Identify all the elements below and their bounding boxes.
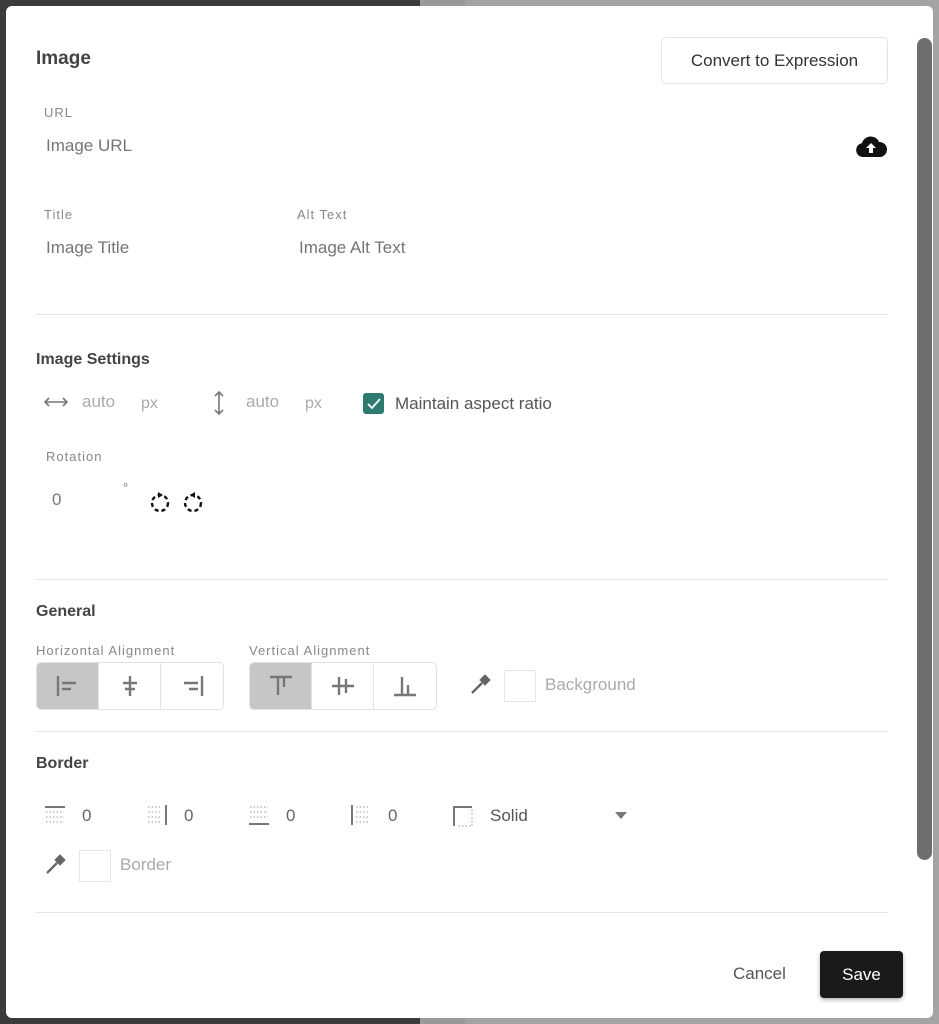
- align-top-button[interactable]: [250, 663, 312, 709]
- align-center-button[interactable]: [99, 663, 161, 709]
- background-label: Background: [545, 675, 636, 694]
- divider: [36, 912, 888, 913]
- border-left-input[interactable]: 0: [388, 806, 397, 826]
- align-left-icon: [56, 676, 76, 696]
- general-heading: General: [36, 603, 96, 620]
- align-right-button[interactable]: [161, 663, 223, 709]
- rotation-input[interactable]: 0: [52, 490, 61, 510]
- align-center-icon: [122, 676, 137, 696]
- border-style-icon: [453, 806, 473, 827]
- border-heading: Border: [36, 755, 89, 772]
- rotate-counterclockwise-icon[interactable]: [182, 490, 204, 514]
- height-arrows-icon: [214, 391, 224, 415]
- rotation-label: Rotation: [46, 449, 103, 464]
- vertical-alignment-label: Vertical Alignment: [249, 643, 371, 658]
- border-left-icon: [351, 805, 370, 825]
- image-settings-heading: Image Settings: [36, 351, 150, 368]
- background-color-swatch[interactable]: [504, 670, 536, 702]
- height-unit: px: [305, 395, 322, 412]
- border-right-input[interactable]: 0: [184, 806, 193, 826]
- align-right-icon: [184, 676, 204, 696]
- width-unit: px: [141, 395, 158, 412]
- cloud-upload-icon[interactable]: [855, 136, 887, 158]
- align-bottom-icon: [394, 677, 416, 697]
- width-input[interactable]: auto: [82, 392, 115, 412]
- degree-symbol: °: [123, 480, 129, 495]
- image-title-input[interactable]: [46, 238, 266, 258]
- divider: [36, 579, 888, 580]
- height-input[interactable]: auto: [246, 392, 279, 412]
- horizontal-alignment-group: [36, 662, 224, 710]
- image-dialog: Image Convert to Expression URL Title Al…: [6, 6, 933, 1018]
- scrollbar-thumb[interactable]: [917, 38, 932, 860]
- width-arrows-icon: [44, 397, 68, 407]
- checkmark-icon: [367, 398, 381, 410]
- cancel-button[interactable]: Cancel: [733, 964, 786, 984]
- eyedropper-icon[interactable]: [469, 674, 491, 696]
- align-bottom-button[interactable]: [374, 663, 436, 709]
- border-right-icon: [148, 805, 167, 825]
- align-middle-button[interactable]: [312, 663, 374, 709]
- align-top-icon: [269, 675, 292, 695]
- chevron-down-icon: [615, 812, 627, 819]
- title-label: Title: [44, 207, 74, 222]
- border-bottom-icon: [249, 806, 269, 825]
- rotate-clockwise-icon[interactable]: [149, 490, 171, 514]
- border-top-input[interactable]: 0: [82, 806, 91, 826]
- divider: [36, 731, 888, 732]
- vertical-alignment-group: [249, 662, 437, 710]
- horizontal-alignment-label: Horizontal Alignment: [36, 643, 176, 658]
- convert-to-expression-button[interactable]: Convert to Expression: [661, 37, 888, 84]
- border-color-label: Border: [120, 855, 172, 874]
- divider: [36, 314, 888, 315]
- save-button[interactable]: Save: [820, 951, 903, 998]
- align-left-button[interactable]: [37, 663, 99, 709]
- image-url-input[interactable]: [46, 136, 826, 156]
- border-top-icon: [45, 806, 65, 823]
- eyedropper-icon[interactable]: [44, 854, 66, 876]
- align-middle-icon: [331, 677, 354, 695]
- alt-text-label: Alt Text: [297, 207, 348, 222]
- border-style-select[interactable]: Solid: [452, 805, 637, 827]
- border-style-value: Solid: [490, 806, 528, 825]
- image-alt-text-input[interactable]: [299, 238, 599, 258]
- dialog-title: Image: [36, 48, 91, 69]
- maintain-aspect-ratio-checkbox[interactable]: [363, 393, 384, 414]
- url-label: URL: [44, 105, 74, 120]
- maintain-aspect-ratio-label: Maintain aspect ratio: [395, 394, 552, 413]
- border-bottom-input[interactable]: 0: [286, 806, 295, 826]
- border-color-swatch[interactable]: [79, 850, 111, 882]
